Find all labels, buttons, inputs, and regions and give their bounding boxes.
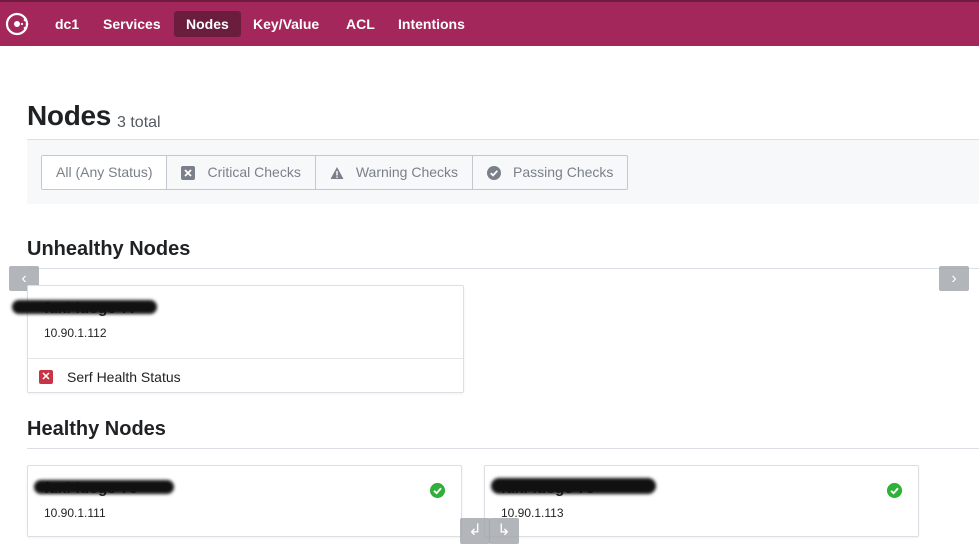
page-title: Nodes — [27, 100, 112, 131]
filter-all-label: All (Any Status) — [56, 164, 153, 180]
redaction-scribble — [34, 480, 174, 494]
card-divider — [28, 358, 463, 359]
health-check-name: Serf Health Status — [67, 369, 181, 385]
passing-check-icon — [487, 165, 502, 180]
unhealthy-divider — [27, 268, 979, 269]
scroll-down-left-button[interactable]: ↲ — [460, 518, 490, 544]
redaction-scribble — [491, 478, 656, 494]
healthy-node-card[interactable]: fuxi-luoge-76 10.90.1.111 — [27, 465, 462, 537]
scroll-right-button[interactable]: › — [939, 266, 969, 291]
redaction-scribble — [12, 300, 157, 314]
passing-check-icon — [887, 483, 902, 498]
filter-warning[interactable]: Warning Checks — [316, 156, 474, 189]
critical-x-icon — [181, 165, 196, 180]
filter-critical-label: Critical Checks — [207, 164, 301, 180]
filter-critical[interactable]: Critical Checks — [167, 156, 316, 189]
filter-all[interactable]: All (Any Status) — [42, 156, 168, 189]
passing-check-icon — [430, 483, 445, 498]
status-filter-group: All (Any Status) Critical Checks Warning… — [41, 155, 629, 190]
filter-passing-label: Passing Checks — [513, 164, 614, 180]
nav-acl[interactable]: ACL — [334, 11, 387, 37]
node-count: 3 total — [117, 114, 161, 131]
nav-datacenter-dc1[interactable]: dc1 — [43, 11, 91, 37]
nav-intentions[interactable]: Intentions — [386, 11, 477, 37]
top-navigation-bar: dc1 Services Nodes Key/Value ACL Intenti… — [0, 0, 979, 46]
healthy-nodes-heading: Healthy Nodes — [27, 418, 166, 440]
healthy-node-card[interactable]: fuxi-luoge-78 10.90.1.113 — [484, 465, 919, 537]
unhealthy-nodes-heading: Unhealthy Nodes — [27, 238, 191, 260]
filter-passing[interactable]: Passing Checks — [473, 156, 627, 189]
nav-key-value[interactable]: Key/Value — [241, 11, 331, 37]
healthy-divider — [27, 448, 979, 449]
warning-triangle-icon — [330, 166, 344, 179]
nav-services[interactable]: Services — [91, 11, 173, 37]
filter-warning-label: Warning Checks — [355, 164, 459, 180]
node-address: 10.90.1.112 — [44, 326, 107, 340]
node-address: 10.90.1.111 — [44, 506, 106, 520]
health-check-row[interactable]: ✕ Serf Health Status — [39, 366, 181, 388]
unhealthy-node-card[interactable]: fuxi-luoge-77 10.90.1.112 ✕ Serf Health … — [12, 285, 464, 393]
critical-x-icon: ✕ — [39, 370, 53, 384]
nav-nodes[interactable]: Nodes — [174, 11, 241, 37]
scroll-down-right-button[interactable]: ↳ — [489, 518, 519, 544]
consul-logo-icon[interactable] — [4, 10, 32, 38]
